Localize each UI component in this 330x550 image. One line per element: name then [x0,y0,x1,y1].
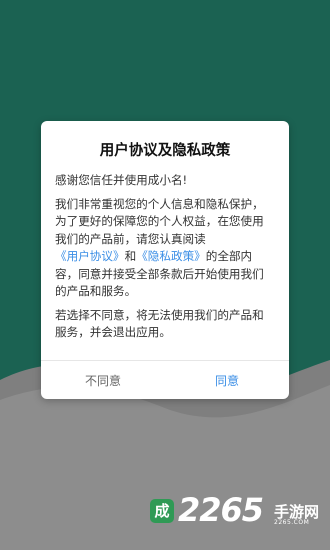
decline-notice: 若选择不同意，将无法使用我们的产品和服务，并会退出应用。 [55,307,264,340]
privacy-dialog: 用户协议及隐私政策 感谢您信任并使用成小名! 我们非常重视您的个人信息和隐私保护… [41,121,289,399]
watermark-number: 2265 [178,491,264,529]
policy-text-mid: 和 [124,249,137,263]
dialog-footer: 不同意 同意 [41,360,289,399]
dialog-title: 用户协议及隐私政策 [99,143,231,159]
privacy-policy-link[interactable]: 《隐私政策》 [136,249,206,263]
policy-paragraph: 我们非常重视您的个人信息和隐私保护，为了更好的保障您的个人权益，在您使用我们的产… [55,196,275,301]
greeting-text: 感谢您信任并使用成小名! [55,173,188,187]
dialog-body: 感谢您信任并使用成小名! 我们非常重视您的个人信息和隐私保护，为了更好的保障您的… [41,160,289,342]
agree-button[interactable]: 同意 [165,361,289,399]
policy-text-pre: 我们非常重视您的个人信息和隐私保护，为了更好的保障您的个人权益，在您使用我们的产… [55,196,264,246]
disagree-button[interactable]: 不同意 [41,361,165,399]
watermark-badge: 成 [150,499,174,523]
watermark-sub: 2265.COM [274,519,310,526]
watermark-logo: 成 2265 手游网 2265.COM [150,491,330,537]
user-agreement-link[interactable]: 《用户协议》 [55,249,125,263]
